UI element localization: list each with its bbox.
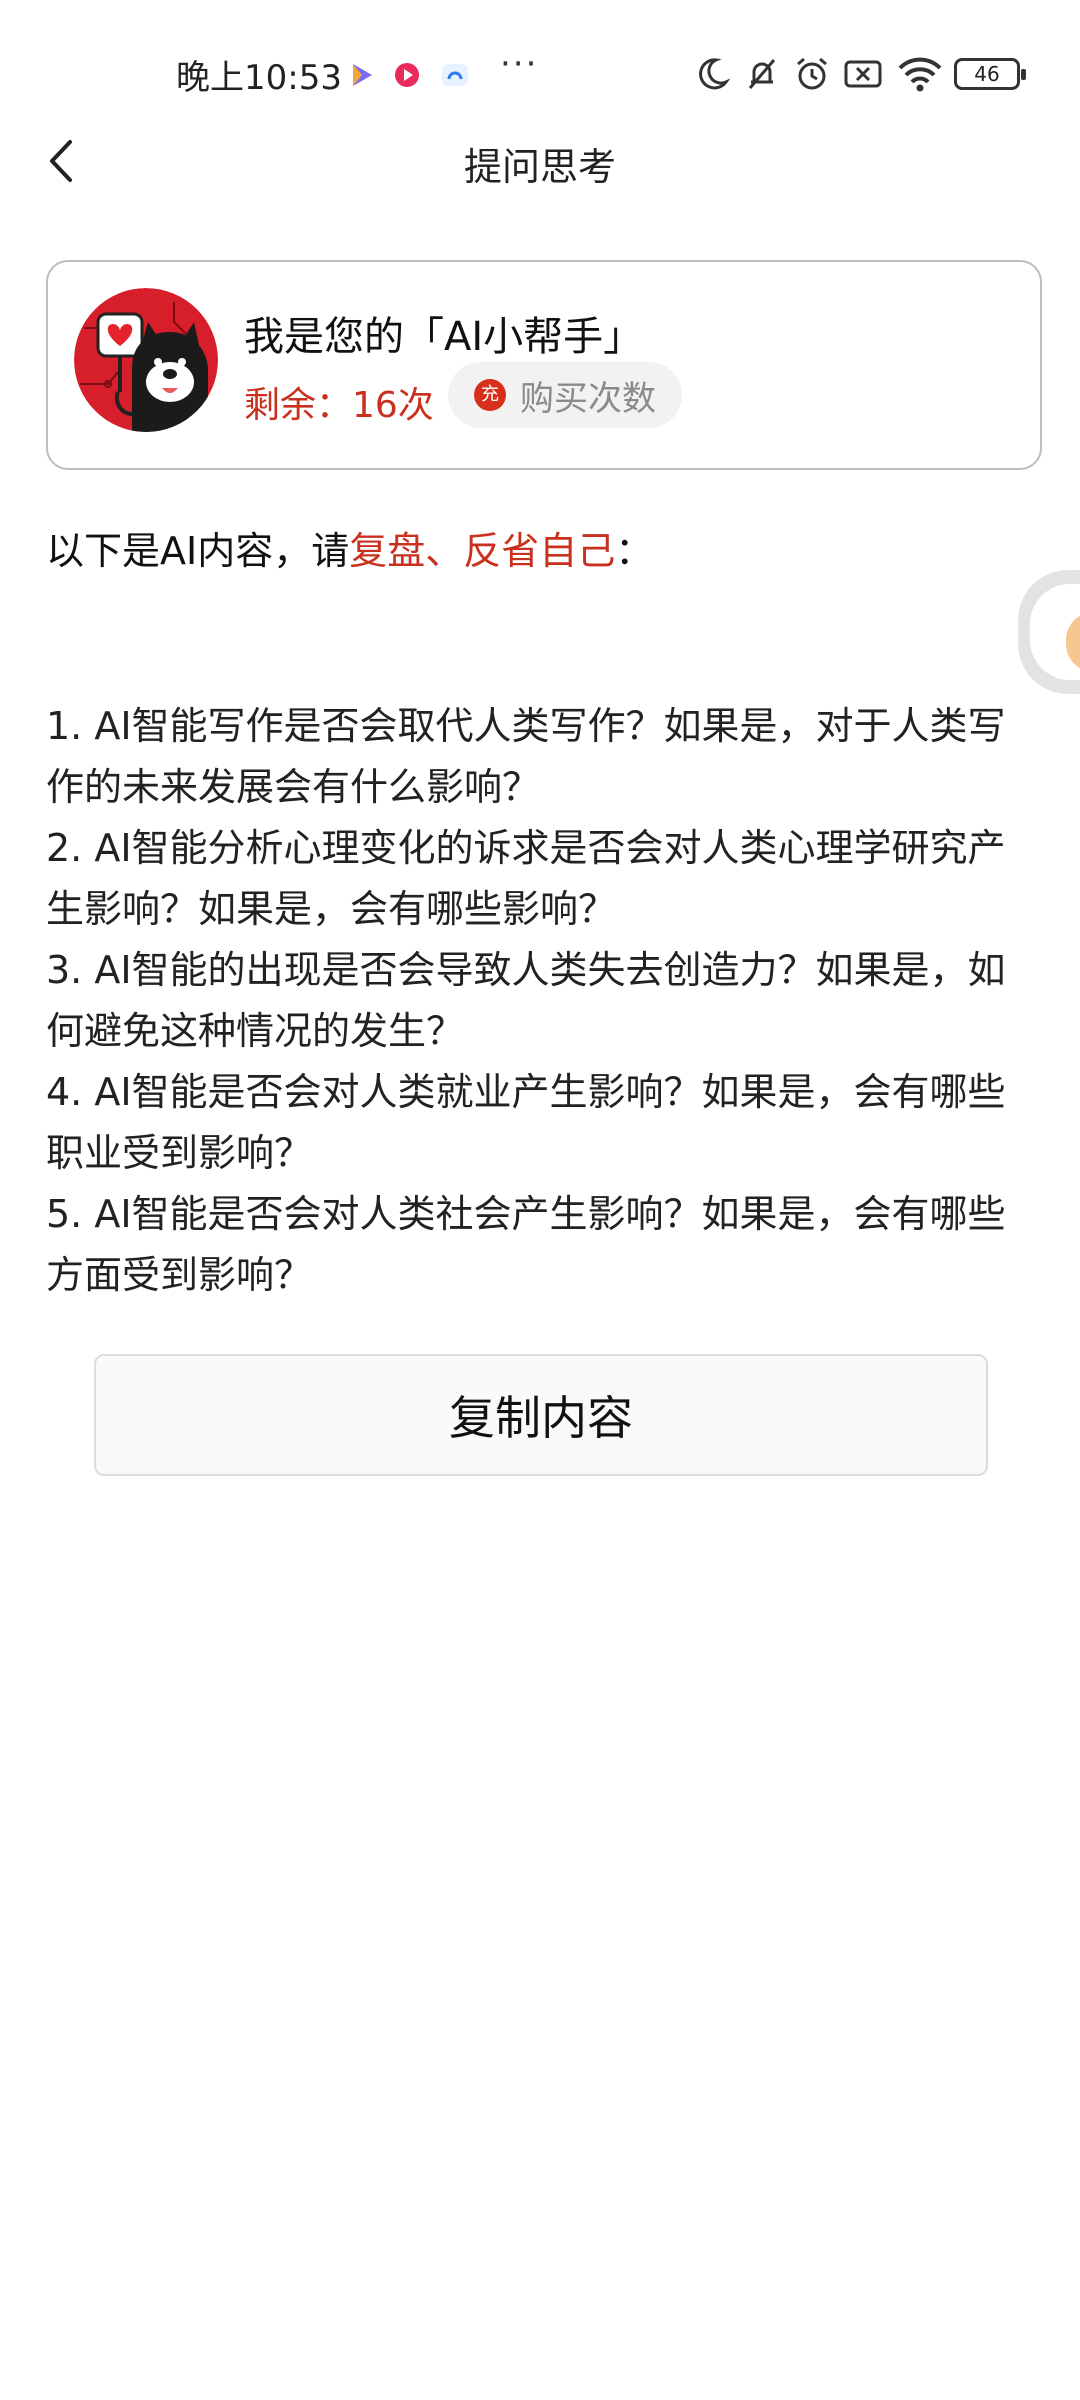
cloud-app-icon (442, 64, 468, 86)
status-time: 晚上10:53 (176, 58, 342, 98)
more-notifications-icon: ··· (500, 44, 539, 84)
record-app-icon (395, 63, 419, 87)
bell-muted-icon (748, 59, 776, 89)
intro-highlight: 复盘、反省自己 (349, 529, 616, 573)
floating-assistant-bubble[interactable] (1018, 570, 1080, 694)
page-title: 提问思考 (463, 145, 616, 189)
ai-helper-card: 我是您的「AI小帮手」 剩余：16次 充 购买次数 (46, 260, 1042, 470)
play-app-icon (353, 64, 372, 86)
content-item: 4. AI智能是否会对人类就业产生影响？如果是，会有哪些职业受到影响？ (46, 1070, 1006, 1175)
wifi-icon (898, 57, 942, 92)
buy-times-button[interactable]: 充 购买次数 (448, 362, 682, 428)
intro-prefix: 以下是AI内容，请 (46, 529, 350, 573)
copy-content-button[interactable]: 复制内容 (94, 1354, 988, 1476)
intro-suffix: ： (615, 529, 654, 573)
battery-icon: 46 (954, 58, 1026, 90)
recharge-icon: 充 (474, 379, 506, 411)
no-sim-icon (844, 60, 882, 88)
content-item: 2. AI智能分析心理变化的诉求是否会对人类心理学研究产生影响？如果是，会有哪些… (46, 826, 1006, 931)
do-not-disturb-moon-icon (699, 58, 731, 90)
alarm-clock-icon (797, 57, 827, 90)
ai-content: 1. AI智能写作是否会取代人类写作？如果是，对于人类写作的未来发展会有什么影响… (46, 696, 1016, 1306)
content-item: 1. AI智能写作是否会取代人类写作？如果是，对于人类写作的未来发展会有什么影响… (46, 704, 1006, 809)
avatar (74, 288, 218, 432)
remaining-count: 剩余：16次 (244, 385, 434, 426)
assistant-title: 我是您的「AI小帮手」 (244, 314, 644, 360)
content-item: 3. AI智能的出现是否会导致人类失去创造力？如果是，如何避免这种情况的发生？ (46, 948, 1006, 1053)
content-item: 5. AI智能是否会对人类社会产生影响？如果是，会有哪些方面受到影响？ (46, 1192, 1006, 1297)
status-bar: 晚上10:53 ··· 46 (0, 0, 1080, 140)
buy-times-label: 购买次数 (520, 378, 656, 419)
floating-bubble-inner (1030, 584, 1080, 680)
intro-text: 以下是AI内容，请复盘、反省自己： (46, 520, 653, 575)
nav-bar: 提问思考 (0, 120, 1080, 200)
floating-bubble-icon (1066, 612, 1080, 672)
